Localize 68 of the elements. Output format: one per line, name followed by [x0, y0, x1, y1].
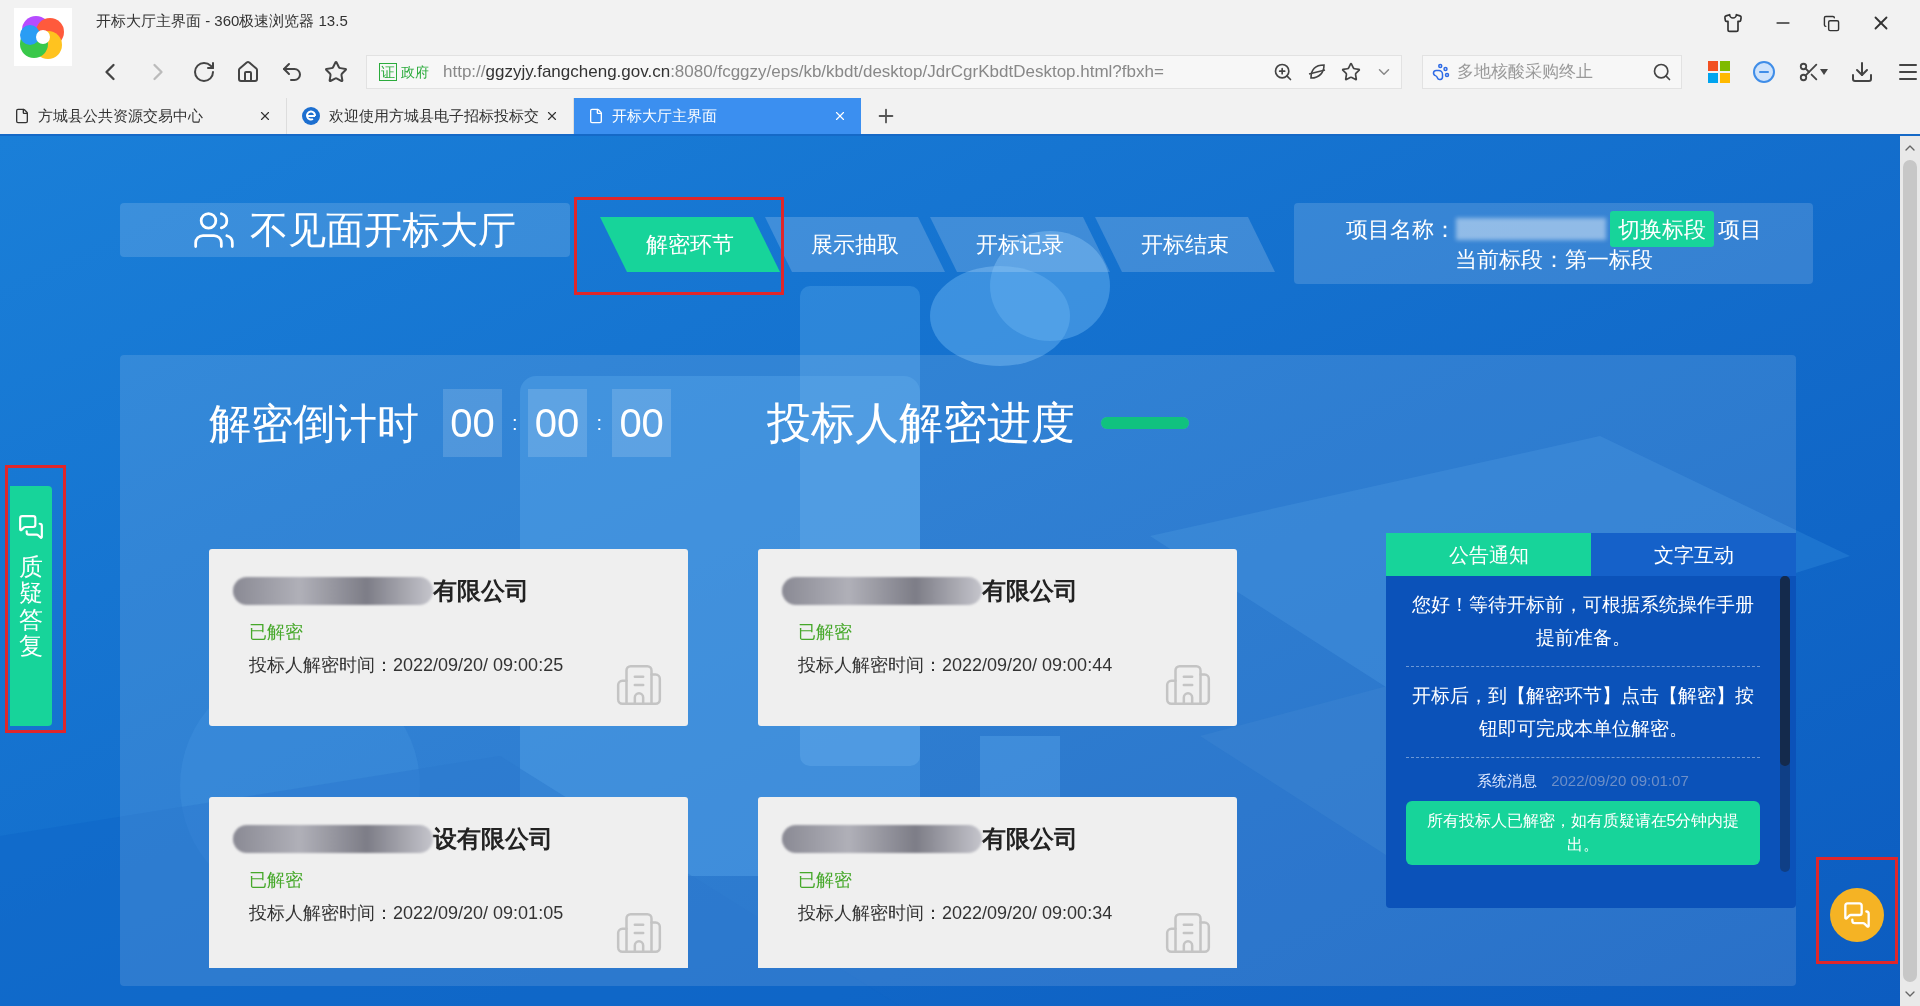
- search-field[interactable]: 多地核酸采购终止: [1422, 55, 1682, 89]
- gov-badge: 证 政府: [379, 61, 429, 83]
- tab-title: 开标大厅主界面: [612, 105, 717, 126]
- company-name: 设有限公司: [433, 824, 553, 854]
- browser-tab[interactable]: 方城县公共资源交易中心: [0, 98, 287, 134]
- notice-message: 您好！等待开标前，可根据系统操作手册提前准备。: [1406, 576, 1760, 667]
- company-name: 有限公司: [982, 576, 1078, 606]
- page-icon: [14, 108, 30, 124]
- tab-title: 欢迎使用方城县电子招标投标交: [329, 105, 539, 126]
- decrypt-status: 已解密: [798, 621, 853, 644]
- site-logo-icon: [301, 106, 321, 126]
- project-name-label: 项目名称：: [1345, 215, 1456, 244]
- scroll-thumb[interactable]: [1903, 160, 1917, 982]
- leaf-icon[interactable]: [1307, 62, 1328, 82]
- home-icon[interactable]: [236, 60, 260, 84]
- company-name: 有限公司: [982, 824, 1078, 854]
- countdown-label: 解密倒计时: [209, 398, 419, 449]
- bookmark-star-icon[interactable]: [324, 60, 348, 84]
- countdown-digits: 00: [443, 389, 502, 457]
- search-icon[interactable]: [1652, 62, 1672, 82]
- progress-label: 投标人解密进度: [767, 397, 1076, 449]
- refresh-icon[interactable]: [192, 60, 216, 84]
- paw-icon: [1432, 63, 1451, 81]
- chat-icon: [1843, 901, 1871, 929]
- browser-tab[interactable]: 开标大厅主界面: [574, 98, 861, 134]
- company-name: 有限公司: [433, 576, 529, 606]
- decrypt-status: 已解密: [249, 621, 304, 644]
- decrypt-time: 投标人解密时间：2022/09/20/ 09:00:44: [798, 654, 1114, 677]
- project-name-tail: 项目: [1717, 215, 1762, 244]
- hall-title: 不见面开标大厅: [250, 207, 516, 253]
- restore-icon[interactable]: [1823, 14, 1840, 32]
- message-sender: 系统消息: [1477, 771, 1538, 791]
- star-icon[interactable]: [1341, 62, 1362, 82]
- skin-icon[interactable]: [1723, 13, 1743, 33]
- notice-message: 开标后，到【解密环节】点击【解密】按钮即可完成本单位解密。: [1406, 667, 1760, 758]
- stage-tab[interactable]: 展示抽取: [765, 217, 945, 272]
- page-icon: [588, 108, 604, 124]
- countdown-separator: :: [596, 411, 603, 436]
- tab-title: 方城县公共资源交易中心: [38, 105, 203, 126]
- browser-tab[interactable]: 欢迎使用方城县电子招标投标交: [287, 98, 574, 134]
- undo-icon[interactable]: [280, 60, 304, 84]
- screenshot-scissors-icon[interactable]: [1798, 61, 1828, 83]
- question-side-tab[interactable]: 质疑答复: [10, 486, 52, 726]
- countdown-digits: 00: [612, 389, 672, 457]
- window-title: 开标大厅主界面 - 360极速浏览器 13.5: [96, 11, 348, 31]
- stage-tab[interactable]: 开标结束: [1095, 217, 1275, 272]
- decrypt-time: 投标人解密时间：2022/09/20/ 09:00:34: [798, 902, 1114, 925]
- decrypt-status: 已解密: [798, 869, 853, 892]
- decrypt-status: 已解密: [249, 869, 304, 892]
- countdown-digits: 00: [527, 389, 587, 457]
- url-text: http://ggzyjy.fangcheng.gov.cn:8080/fcggzy/eps/kb/kbdt/desktop/JdrCgrKbdtDesktop.html?fbxh=: [443, 61, 1164, 84]
- address-bar[interactable]: 证 政府 http://ggzyjy.fangcheng.gov.cn:8080/fcggzy/eps/kb/kbdt/desktop/JdrCgrKbdtDesktop.html?fbxh=: [366, 55, 1403, 89]
- browser-logo-icon: [14, 8, 72, 66]
- system-message: 所有投标人已解密，如有质疑请在5分钟内提出。: [1406, 800, 1760, 865]
- decrypt-time: 投标人解密时间：2022/09/20/ 09:00:25: [249, 654, 565, 677]
- decrypt-time: 投标人解密时间：2022/09/20/ 09:01:05: [249, 902, 565, 925]
- app-grid-icon[interactable]: [1708, 61, 1730, 83]
- close-tab-icon[interactable]: [545, 109, 559, 123]
- message-time: 2022/09/20 09:01:07: [1551, 771, 1689, 791]
- notice-tab[interactable]: 公告通知: [1386, 533, 1591, 576]
- notice-tab[interactable]: 文字互动: [1591, 533, 1796, 576]
- stage-tab[interactable]: 开标记录: [930, 217, 1110, 272]
- download-icon[interactable]: [1850, 60, 1874, 84]
- chat-icon: [18, 514, 44, 540]
- close-tab-icon[interactable]: [258, 109, 272, 123]
- countdown-separator: :: [512, 411, 518, 436]
- zoom-icon[interactable]: [1273, 62, 1294, 82]
- switch-section-button[interactable]: 切换标段: [1609, 211, 1714, 247]
